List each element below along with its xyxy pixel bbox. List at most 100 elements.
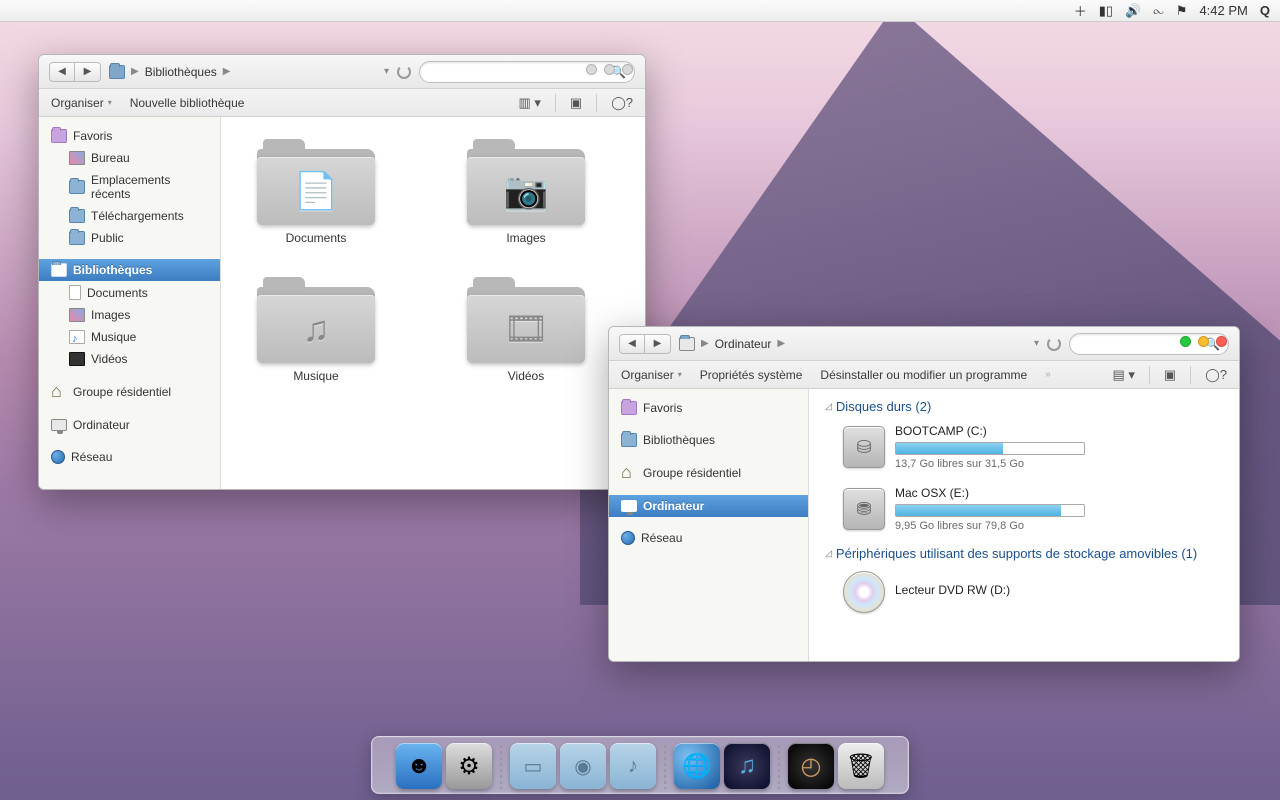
sidebar-item-music[interactable]: Musique: [39, 326, 220, 348]
organize-menu[interactable]: Organiser▾: [51, 96, 112, 110]
drive-macosx[interactable]: ⛃ Mac OSX (E:) 9,95 Go libres sur 79,8 G…: [817, 480, 1231, 542]
section-label: Disques durs (2): [836, 399, 931, 414]
breadcrumb-label: Bibliothèques: [145, 65, 217, 79]
section-removable[interactable]: ◿Périphériques utilisant des supports de…: [817, 542, 1231, 565]
minimize-button[interactable]: [586, 64, 597, 75]
sidebar-item-label: Ordinateur: [643, 499, 704, 513]
section-hard-drives[interactable]: ◿ Disques durs (2): [817, 395, 1231, 418]
sidebar-libraries[interactable]: Bibliothèques: [609, 429, 808, 451]
dock-safari[interactable]: 🌐: [674, 743, 720, 789]
help-button[interactable]: ◯?: [1205, 367, 1227, 383]
maximize-button[interactable]: [1198, 336, 1209, 347]
menubar-clock[interactable]: 4:42 PM: [1199, 3, 1247, 18]
nav-back-button[interactable]: ◀: [619, 334, 645, 354]
preview-pane-button[interactable]: ▣: [1164, 367, 1176, 383]
organize-menu[interactable]: Organiser▾: [621, 368, 682, 382]
sidebar-favorites[interactable]: Favoris: [39, 125, 220, 147]
chevron-down-icon: ▾: [108, 98, 112, 107]
close-button[interactable]: [622, 64, 633, 75]
uninstall-label: Désinstaller ou modifier un programme: [820, 368, 1027, 382]
sidebar-item-videos[interactable]: Vidéos: [39, 348, 220, 370]
sidebar-favorites[interactable]: Favoris: [609, 397, 808, 419]
disclosure-icon: ◿: [825, 548, 832, 559]
refresh-icon[interactable]: [397, 65, 411, 79]
chevron-down-icon: ▾: [678, 370, 682, 379]
sidebar: Favoris Bibliothèques Groupe résidentiel…: [609, 389, 809, 661]
sidebar-item-documents[interactable]: Documents: [39, 281, 220, 304]
nav-back-button[interactable]: ◀: [49, 62, 75, 82]
star-folder-icon: [51, 129, 67, 143]
uninstall-program-button[interactable]: Désinstaller ou modifier un programme: [820, 368, 1027, 382]
sidebar-homegroup[interactable]: Groupe résidentiel: [39, 380, 220, 404]
dock-dashboard[interactable]: ◴: [788, 743, 834, 789]
sidebar-computer[interactable]: Ordinateur: [39, 414, 220, 436]
folder-videos[interactable]: 🎞 Vidéos: [451, 275, 601, 383]
folder-images[interactable]: 📷 Images: [451, 137, 601, 245]
sidebar-item-images[interactable]: Images: [39, 304, 220, 326]
breadcrumb[interactable]: ▶ Ordinateur ▶: [679, 337, 785, 351]
desktop-icon: [69, 151, 85, 165]
folder-documents[interactable]: 📄 Documents: [241, 137, 391, 245]
music-folder-icon: ♫: [257, 275, 375, 363]
star-folder-icon: [621, 401, 637, 415]
network-icon: [621, 531, 635, 545]
sidebar-item-public[interactable]: Public: [39, 227, 220, 249]
home-icon: [621, 465, 637, 481]
close-button[interactable]: [1216, 336, 1227, 347]
overflow-icon[interactable]: »: [1045, 369, 1051, 380]
help-button[interactable]: ◯?: [611, 95, 633, 111]
dock-folder-images[interactable]: ◉: [560, 743, 606, 789]
preview-pane-button[interactable]: ▣: [570, 95, 582, 111]
dock-trash[interactable]: 🗑: [838, 743, 884, 789]
chevron-right-icon[interactable]: ▶: [777, 338, 785, 349]
dock-folder-documents[interactable]: ▭: [510, 743, 556, 789]
sidebar-libraries[interactable]: Bibliothèques: [39, 259, 220, 281]
system-properties-button[interactable]: Propriétés système: [700, 368, 803, 382]
window-controls: [1180, 336, 1227, 347]
flag-icon[interactable]: ⚑: [1176, 3, 1188, 19]
dock-folder-music[interactable]: ♪: [610, 743, 656, 789]
dock-finder[interactable]: ☻: [396, 743, 442, 789]
sidebar-item-desktop[interactable]: Bureau: [39, 147, 220, 169]
minimize-button[interactable]: [1180, 336, 1191, 347]
sidebar-homegroup[interactable]: Groupe résidentiel: [609, 461, 808, 485]
folder-label: Images: [506, 231, 545, 245]
drive-free-text: 13,7 Go libres sur 31,5 Go: [895, 458, 1221, 470]
separator: [596, 94, 597, 112]
battery-icon[interactable]: ▮▯: [1099, 3, 1113, 19]
history-dropdown-icon[interactable]: ▾: [1034, 338, 1039, 349]
dock-settings[interactable]: ⚙: [446, 743, 492, 789]
dock-itunes[interactable]: ♫: [724, 743, 770, 789]
nav-forward-button[interactable]: ▶: [645, 334, 671, 354]
add-menu-icon[interactable]: ＋: [1074, 1, 1087, 20]
volume-icon[interactable]: 🔊: [1125, 3, 1141, 19]
sidebar-network[interactable]: Réseau: [39, 446, 220, 468]
nav-buttons: ◀ ▶: [49, 62, 101, 82]
nav-forward-button[interactable]: ▶: [75, 62, 101, 82]
view-mode-button[interactable]: ▥ ▾: [519, 95, 541, 111]
drive-bootcamp[interactable]: ⛁ BOOTCAMP (C:) 13,7 Go libres sur 31,5 …: [817, 418, 1231, 480]
sidebar-network[interactable]: Réseau: [609, 527, 808, 549]
spotlight-icon[interactable]: Q: [1260, 3, 1270, 18]
music-icon: [69, 330, 85, 344]
sidebar-computer[interactable]: Ordinateur: [609, 495, 808, 517]
breadcrumb[interactable]: ▶ Bibliothèques ▶: [109, 65, 230, 79]
folder-music[interactable]: ♫ Musique: [241, 275, 391, 383]
new-library-button[interactable]: Nouvelle bibliothèque: [130, 96, 245, 110]
drive-fill: [896, 443, 1003, 454]
sidebar-item-recent[interactable]: Emplacements récents: [39, 169, 220, 205]
chevron-right-icon[interactable]: ▶: [223, 66, 231, 77]
refresh-icon[interactable]: [1047, 337, 1061, 351]
maximize-button[interactable]: [604, 64, 615, 75]
disclosure-icon: ◿: [825, 401, 832, 412]
sidebar-item-label: Musique: [91, 330, 136, 344]
window-computer: ◀ ▶ ▶ Ordinateur ▶ ▾ 🔍 Organiser▾ Propri…: [608, 326, 1240, 662]
libraries-icon: [621, 433, 637, 447]
history-dropdown-icon[interactable]: ▾: [384, 66, 389, 77]
sidebar-item-label: Réseau: [641, 531, 682, 545]
view-mode-button[interactable]: ▤ ▾: [1113, 367, 1135, 383]
wifi-icon[interactable]: ⧜: [1153, 3, 1164, 19]
drive-dvd[interactable]: Lecteur DVD RW (D:): [817, 565, 1231, 623]
sidebar-item-downloads[interactable]: Téléchargements: [39, 205, 220, 227]
folder-label: Vidéos: [508, 369, 544, 383]
